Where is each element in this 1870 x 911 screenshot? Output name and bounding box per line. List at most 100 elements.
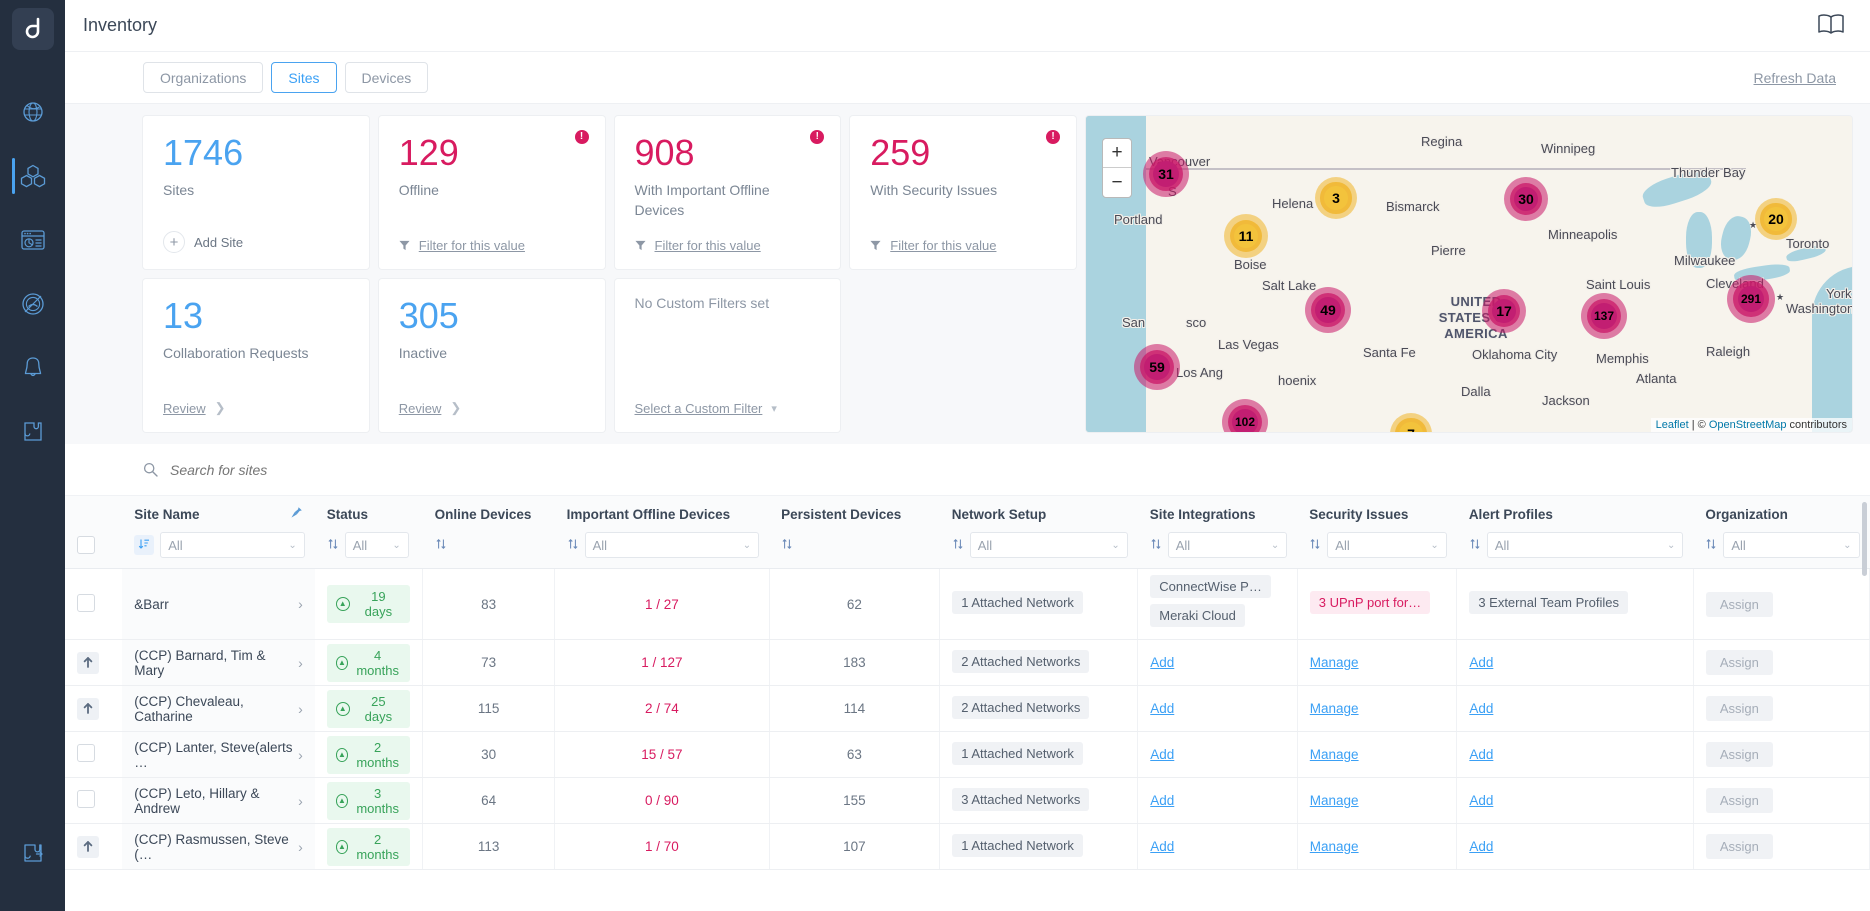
sidebar-item-account[interactable] <box>0 821 65 885</box>
review-link[interactable]: Review <box>163 401 206 416</box>
kpi-card-sites[interactable]: 1746 Sites + Add Site <box>143 116 369 269</box>
sort-toggle-network[interactable] <box>952 538 964 552</box>
app-logo[interactable] <box>12 8 54 50</box>
filter-select-important[interactable]: All⌄ <box>585 532 760 558</box>
sort-toggle-online[interactable] <box>435 538 447 552</box>
refresh-data-link[interactable]: Refresh Data <box>1754 70 1836 86</box>
plus-icon[interactable]: + <box>163 231 185 253</box>
site-name-cell[interactable]: (CCP) Leto, Hillary & Andrew› <box>122 778 315 824</box>
sort-toggle-important[interactable] <box>567 538 579 552</box>
chevron-right-icon[interactable]: › <box>298 839 303 855</box>
action-link[interactable]: Add <box>1150 701 1174 716</box>
filter-select-integr[interactable]: All⌄ <box>1168 532 1288 558</box>
action-link[interactable]: Add <box>1150 655 1174 670</box>
map-zoom-in-button[interactable]: + <box>1103 139 1131 168</box>
table-row[interactable]: (CCP) Chevaleau, Catharine›▲25 days1152 … <box>65 686 1870 732</box>
column-header-name[interactable]: Site Name <box>122 496 315 528</box>
column-header-status[interactable]: Status <box>315 496 423 528</box>
assign-button[interactable]: Assign <box>1706 650 1773 675</box>
chevron-right-icon[interactable]: › <box>298 793 303 809</box>
action-link[interactable]: Manage <box>1310 655 1359 670</box>
add-site-label[interactable]: Add Site <box>194 235 243 250</box>
site-name-cell[interactable]: &Barr› <box>122 569 315 640</box>
table-row[interactable]: (CCP) Barnard, Tim & Mary›▲4 months731 /… <box>65 640 1870 686</box>
map-zoom-out-button[interactable]: − <box>1103 168 1131 197</box>
action-link[interactable]: Add <box>1469 839 1493 854</box>
action-link[interactable]: Add <box>1469 747 1493 762</box>
map-canvas[interactable]: + − VancouverSPortlandHelenaBoiseReginaW… <box>1086 116 1852 432</box>
map-cluster-marker[interactable]: 31 <box>1143 151 1189 197</box>
upload-row-button[interactable] <box>77 698 99 720</box>
select-custom-filter-link[interactable]: Select a Custom Filter <box>635 401 763 416</box>
assign-button[interactable]: Assign <box>1706 834 1773 859</box>
filter-for-value-link[interactable]: Filter for this value <box>419 238 525 253</box>
chevron-right-icon[interactable]: › <box>298 596 303 612</box>
map-cluster-marker[interactable]: 30 <box>1504 177 1548 221</box>
chevron-right-icon[interactable]: › <box>298 655 303 671</box>
action-link[interactable]: Add <box>1469 655 1493 670</box>
search-input[interactable] <box>170 462 570 478</box>
tab-sites[interactable]: Sites <box>271 62 336 93</box>
column-header-integr[interactable]: Site Integrations <box>1138 496 1298 528</box>
column-header-chk[interactable] <box>65 496 122 528</box>
map-cluster-marker[interactable]: 11 <box>1224 214 1268 258</box>
column-header-persistent[interactable]: Persistent Devices <box>769 496 940 528</box>
sidebar-item-discovery[interactable] <box>0 272 65 336</box>
kpi-card-custom-filters[interactable]: No Custom Filters set Select a Custom Fi… <box>615 279 841 432</box>
table-row[interactable]: (CCP) Lanter, Steve(alerts …›▲2 months30… <box>65 732 1870 778</box>
kpi-card-collaboration-requests[interactable]: 13 Collaboration Requests Review ❯ <box>143 279 369 432</box>
action-link[interactable]: Add <box>1150 839 1174 854</box>
assign-button[interactable]: Assign <box>1706 696 1773 721</box>
filter-select-name[interactable]: All⌄ <box>160 532 305 558</box>
chevron-right-icon[interactable]: › <box>298 701 303 717</box>
sort-toggle-integr[interactable] <box>1150 538 1162 552</box>
action-link[interactable]: Manage <box>1310 701 1359 716</box>
kpi-card-security-issues[interactable]: ! 259 With Security Issues Filter for th… <box>850 116 1076 269</box>
pin-icon[interactable] <box>290 506 303 522</box>
review-link[interactable]: Review <box>399 401 442 416</box>
chevron-right-icon[interactable]: › <box>298 747 303 763</box>
sort-toggle-org[interactable] <box>1705 538 1717 552</box>
filter-for-value-link[interactable]: Filter for this value <box>890 238 996 253</box>
filter-select-status[interactable]: All⌄ <box>345 532 409 558</box>
site-name-cell[interactable]: (CCP) Barnard, Tim & Mary› <box>122 640 315 686</box>
filter-select-security[interactable]: All⌄ <box>1327 532 1447 558</box>
row-checkbox[interactable] <box>77 790 95 808</box>
column-header-org[interactable]: Organization <box>1693 496 1869 528</box>
row-checkbox[interactable] <box>77 744 95 762</box>
book-icon[interactable] <box>1816 12 1852 39</box>
column-header-network[interactable]: Network Setup <box>940 496 1138 528</box>
column-header-security[interactable]: Security Issues <box>1297 496 1457 528</box>
sidebar-item-alerts[interactable] <box>0 336 65 400</box>
sort-toggle-alerts[interactable] <box>1469 538 1481 552</box>
assign-button[interactable]: Assign <box>1706 742 1773 767</box>
sidebar-item-dashboards[interactable] <box>0 208 65 272</box>
filter-select-alerts[interactable]: All⌄ <box>1487 532 1684 558</box>
action-link[interactable]: Manage <box>1310 839 1359 854</box>
sites-map[interactable]: + − VancouverSPortlandHelenaBoiseReginaW… <box>1086 116 1852 432</box>
sidebar-item-integrations[interactable] <box>0 400 65 464</box>
sort-toggle-name[interactable] <box>134 535 154 555</box>
map-cluster-marker[interactable]: 59 <box>1134 344 1180 390</box>
site-name-cell[interactable]: (CCP) Chevaleau, Catharine› <box>122 686 315 732</box>
upload-row-button[interactable] <box>77 836 99 858</box>
map-cluster-marker[interactable]: 20 <box>1755 198 1797 240</box>
action-link[interactable]: Add <box>1150 747 1174 762</box>
table-row[interactable]: (CCP) Leto, Hillary & Andrew›▲3 months64… <box>65 778 1870 824</box>
select-all-checkbox[interactable] <box>77 536 95 554</box>
vertical-scrollbar[interactable] <box>1862 502 1867 576</box>
map-cluster-marker[interactable]: 3 <box>1315 177 1357 219</box>
action-link[interactable]: Add <box>1150 793 1174 808</box>
table-row[interactable]: &Barr›▲19 days831 / 27621 Attached Netwo… <box>65 569 1870 640</box>
map-cluster-marker[interactable]: 49 <box>1305 287 1351 333</box>
upload-row-button[interactable] <box>77 652 99 674</box>
action-link[interactable]: Manage <box>1310 747 1359 762</box>
kpi-card-inactive[interactable]: 305 Inactive Review ❯ <box>379 279 605 432</box>
kpi-card-important-offline[interactable]: ! 908 With Important Offline Devices Fil… <box>615 116 841 269</box>
tab-devices[interactable]: Devices <box>345 62 429 93</box>
tab-organizations[interactable]: Organizations <box>143 62 263 93</box>
sidebar-item-network[interactable] <box>0 80 65 144</box>
kpi-card-offline[interactable]: ! 129 Offline Filter for this value <box>379 116 605 269</box>
openstreetmap-link[interactable]: OpenStreetMap <box>1709 419 1787 431</box>
sort-toggle-persistent[interactable] <box>781 538 793 552</box>
